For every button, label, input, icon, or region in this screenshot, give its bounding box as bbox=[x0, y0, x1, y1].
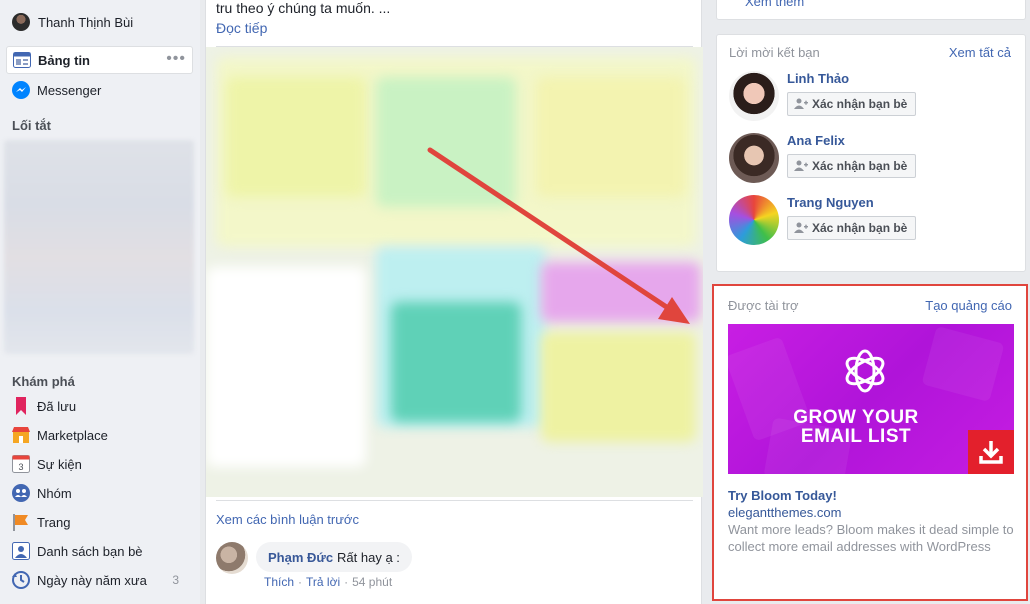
download-button[interactable] bbox=[968, 430, 1014, 474]
confirm-friend-label: Xác nhận bạn bè bbox=[812, 221, 908, 235]
sidebar-item-label: Đã lưu bbox=[37, 398, 77, 414]
confirm-friend-button[interactable]: Xác nhận bạn bè bbox=[787, 154, 917, 178]
friend-request-row: Ana Felix Xác nhận bạn bè bbox=[729, 133, 1019, 183]
bookmark-icon bbox=[12, 397, 30, 415]
sidebar-item-label: Marketplace bbox=[37, 427, 108, 443]
see-all-requests-link[interactable]: Xem tất cả bbox=[949, 45, 1011, 60]
sidebar-item-marketplace[interactable]: Marketplace bbox=[6, 421, 193, 449]
post-image-blurred[interactable] bbox=[206, 47, 703, 497]
comment-actions: Thích · Trả lời · 54 phút bbox=[264, 575, 392, 589]
sidebar-item-label: Trang bbox=[37, 514, 71, 530]
ad-link-title[interactable]: Try Bloom Today! bbox=[728, 488, 837, 503]
flag-icon bbox=[12, 513, 30, 531]
explore-heading: Khám phá bbox=[12, 374, 75, 389]
read-more-link[interactable]: Đọc tiếp bbox=[216, 20, 267, 36]
sidebar-item-memories[interactable]: Ngày này năm xưa 3 bbox=[6, 566, 193, 594]
news-feed-icon bbox=[13, 51, 31, 69]
commenter-name[interactable]: Phạm Đức bbox=[268, 550, 333, 565]
ad-headline: GROW YOUR EMAIL LIST bbox=[728, 408, 984, 446]
reply-comment-link[interactable]: Trả lời bbox=[306, 575, 340, 589]
friend-request-row: Linh Thảo Xác nhận bạn bè bbox=[729, 71, 1019, 121]
svg-text:3: 3 bbox=[18, 462, 23, 472]
like-comment-link[interactable]: Thích bbox=[264, 575, 294, 589]
sidebar-item-label: Ngày này năm xưa bbox=[37, 572, 147, 588]
marketplace-icon bbox=[12, 426, 30, 444]
sidebar-item-groups[interactable]: Nhóm bbox=[6, 479, 193, 507]
comment-text: Rất hay ạ : bbox=[337, 549, 400, 565]
comment: Phạm Đức Rất hay ạ : bbox=[216, 542, 412, 574]
sidebar-item-saved[interactable]: Đã lưu bbox=[6, 392, 193, 420]
confirm-friend-label: Xác nhận bạn bè bbox=[812, 159, 908, 173]
sponsored-heading: Được tài trợ bbox=[728, 298, 799, 313]
sidebar-item-events[interactable]: 3 Sự kiện bbox=[6, 450, 193, 478]
shortcuts-heading: Lối tắt bbox=[12, 118, 51, 133]
sidebar-item-label: Danh sách bạn bè bbox=[37, 543, 143, 559]
confirm-friend-button[interactable]: Xác nhận bạn bè bbox=[787, 92, 917, 116]
friend-request-row: Trang Nguyen Xác nhận bạn bè bbox=[729, 195, 1019, 245]
ad-description: Want more leads? Bloom makes it dead sim… bbox=[728, 522, 1014, 554]
add-friend-icon bbox=[794, 221, 808, 235]
sidebar-item-label: Sự kiện bbox=[37, 456, 82, 472]
add-friend-icon bbox=[794, 97, 808, 111]
friend-name[interactable]: Linh Thảo bbox=[787, 71, 849, 86]
sidebar-item-friends-list[interactable]: Danh sách bạn bè bbox=[6, 537, 193, 565]
top-card: Xem thêm bbox=[716, 0, 1026, 20]
post-text: tru theo ý chúng ta muốn. ... bbox=[216, 0, 391, 16]
memories-count-badge: 3 bbox=[172, 573, 179, 587]
profile-link[interactable]: Thanh Thịnh Bùi bbox=[12, 12, 133, 32]
comment-bubble: Phạm Đức Rất hay ạ : bbox=[256, 542, 412, 572]
sidebar-item-label: Nhóm bbox=[37, 485, 72, 501]
profile-avatar bbox=[12, 13, 30, 31]
friend-name[interactable]: Ana Felix bbox=[787, 133, 845, 148]
separator: · bbox=[344, 575, 349, 589]
friend-requests-heading: Lời mời kết bạn bbox=[729, 45, 820, 60]
messenger-icon bbox=[12, 81, 30, 99]
ad-headline-line1: GROW YOUR bbox=[793, 407, 919, 428]
confirm-friend-button[interactable]: Xác nhận bạn bè bbox=[787, 216, 917, 240]
groups-icon bbox=[12, 484, 30, 502]
separator: · bbox=[298, 575, 303, 589]
download-icon bbox=[977, 438, 1005, 466]
profile-name: Thanh Thịnh Bùi bbox=[38, 14, 134, 30]
see-more-link[interactable]: Xem thêm bbox=[745, 0, 804, 9]
sidebar-item-pages[interactable]: Trang bbox=[6, 508, 193, 536]
calendar-icon: 3 bbox=[12, 455, 30, 473]
see-previous-comments-link[interactable]: Xem các bình luận trước bbox=[216, 512, 359, 527]
divider bbox=[216, 500, 693, 501]
more-options-icon[interactable]: ••• bbox=[166, 51, 186, 67]
friend-avatar[interactable] bbox=[729, 71, 779, 121]
sponsored-card: Được tài trợ Tạo quảng cáo GROW YOUR EMA… bbox=[712, 284, 1028, 601]
commenter-avatar[interactable] bbox=[216, 542, 248, 574]
memories-icon bbox=[12, 571, 30, 589]
friend-requests-card: Lời mời kết bạn Xem tất cả Linh Thảo Xác… bbox=[716, 34, 1026, 272]
friend-avatar[interactable] bbox=[729, 133, 779, 183]
ad-domain[interactable]: elegantthemes.com bbox=[728, 505, 841, 520]
bloom-logo-icon bbox=[840, 346, 890, 396]
sidebar-item-messenger[interactable]: Messenger bbox=[6, 76, 193, 104]
add-friend-icon bbox=[794, 159, 808, 173]
create-ad-link[interactable]: Tạo quảng cáo bbox=[925, 298, 1012, 313]
friend-name[interactable]: Trang Nguyen bbox=[787, 195, 874, 210]
comment-time: 54 phút bbox=[352, 575, 393, 589]
friend-avatar[interactable] bbox=[729, 195, 779, 245]
sidebar-item-news-feed[interactable]: Bảng tin ••• bbox=[6, 46, 193, 74]
sidebar-item-label: Bảng tin bbox=[38, 52, 90, 68]
friends-list-icon bbox=[12, 542, 30, 560]
confirm-friend-label: Xác nhận bạn bè bbox=[812, 97, 908, 111]
left-sidebar: Thanh Thịnh Bùi Bảng tin ••• Messenger L… bbox=[0, 0, 200, 604]
shortcuts-list-blurred bbox=[4, 140, 194, 354]
sidebar-item-label: Messenger bbox=[37, 82, 102, 98]
ad-headline-line2: EMAIL LIST bbox=[800, 426, 912, 447]
news-feed-post: tru theo ý chúng ta muốn. ... Đọc tiếp X… bbox=[205, 0, 703, 604]
ad-banner-image[interactable]: GROW YOUR EMAIL LIST bbox=[728, 324, 1014, 474]
